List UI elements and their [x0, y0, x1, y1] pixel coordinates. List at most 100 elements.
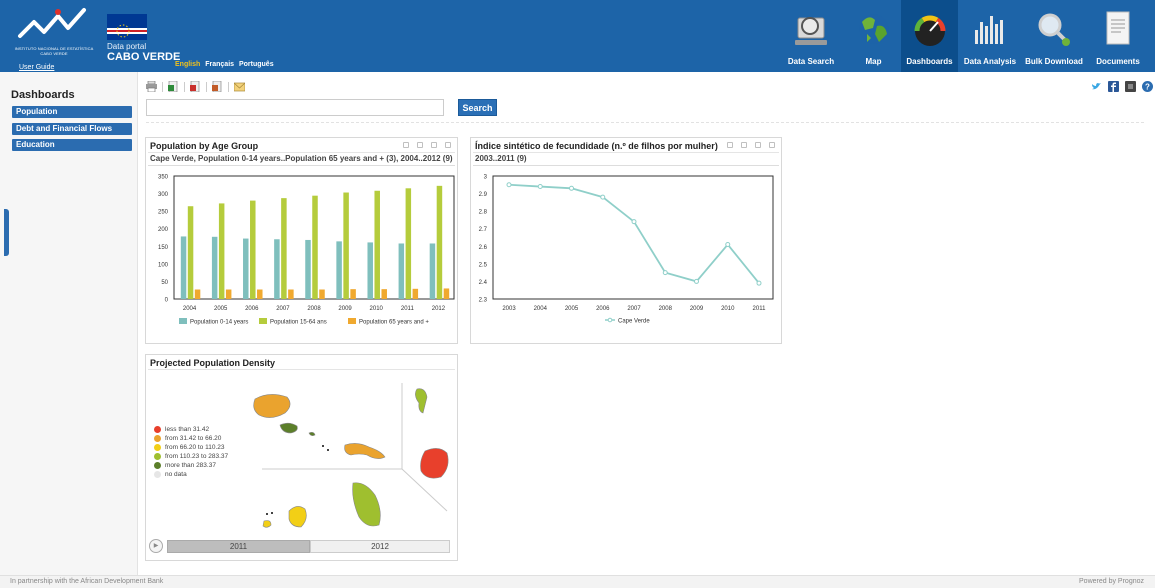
bar[interactable] [243, 238, 249, 299]
export-csv-icon[interactable] [212, 81, 223, 92]
help-icon[interactable]: ? [1142, 81, 1153, 92]
nav-dashboards[interactable]: Dashboards [901, 0, 958, 72]
sidebar-collapse-handle[interactable] [4, 209, 9, 256]
data-point[interactable] [506, 182, 512, 188]
y-tick-label: 150 [158, 245, 169, 251]
bar[interactable] [429, 243, 436, 299]
bar[interactable] [288, 289, 294, 299]
bar[interactable] [405, 188, 412, 299]
y-tick-label: 2.5 [479, 262, 488, 268]
data-point[interactable] [694, 278, 699, 284]
legend-label: from 110.23 to 283.37 [165, 453, 229, 460]
panel-maximize-icon[interactable] [445, 142, 451, 148]
bar[interactable] [336, 241, 342, 299]
panel-refresh-icon[interactable] [741, 142, 747, 148]
x-tick-label: 2010 [370, 306, 384, 312]
bar[interactable] [180, 236, 187, 299]
x-tick-label: 2009 [690, 306, 704, 312]
legend-label: no data [165, 471, 187, 478]
island-brava [262, 520, 272, 528]
plot-area [492, 175, 774, 300]
y-tick-label: 0 [165, 298, 169, 304]
bar[interactable] [343, 192, 349, 299]
share-icon[interactable] [1125, 81, 1136, 92]
legend-swatch [179, 318, 187, 324]
bar[interactable] [319, 289, 325, 299]
top-navigation: Data Search Map Dashboards Data Analysis… [776, 0, 1150, 72]
island-fogo [288, 506, 307, 528]
export-toolbar [146, 81, 245, 92]
bar[interactable] [281, 198, 287, 299]
export-pdf-icon[interactable] [190, 81, 201, 92]
bar[interactable] [225, 289, 232, 299]
timeline-year-2012[interactable]: 2012 [310, 540, 450, 553]
bar[interactable] [398, 243, 405, 299]
sidebar-item-population[interactable]: Population [12, 106, 132, 118]
facebook-icon[interactable] [1108, 81, 1119, 92]
legend-label: more than 283.37 [165, 462, 216, 469]
bar[interactable] [350, 289, 356, 299]
bar[interactable] [367, 242, 373, 299]
lang-portugues[interactable]: Português [239, 61, 274, 68]
bar[interactable] [211, 236, 218, 299]
x-tick-label: 2008 [659, 306, 673, 312]
island-sal [415, 388, 428, 414]
legend-swatch [154, 471, 161, 478]
bar[interactable] [274, 239, 280, 299]
nav-bulk-download[interactable]: Bulk Download [1022, 0, 1086, 72]
toolbar-divider [162, 81, 163, 92]
timeline-year-2011[interactable]: 2011 [167, 540, 310, 553]
bar[interactable] [436, 185, 443, 299]
user-guide-link[interactable]: User Guide [19, 64, 54, 71]
data-point[interactable] [569, 185, 574, 191]
panel-refresh-icon[interactable] [417, 142, 423, 148]
island-maio [352, 482, 381, 527]
data-point[interactable] [537, 184, 543, 190]
email-icon[interactable] [234, 81, 245, 92]
bar[interactable] [412, 288, 419, 299]
bar[interactable] [250, 200, 256, 299]
bar[interactable] [443, 288, 450, 299]
data-point[interactable] [600, 194, 606, 200]
footer: In partnership with the African Developm… [0, 575, 1155, 588]
nav-data-analysis[interactable]: Data Analysis [958, 0, 1022, 72]
sidebar-item-education[interactable]: Education [12, 139, 132, 151]
panel-export-icon[interactable] [755, 142, 761, 148]
bar[interactable] [305, 239, 311, 299]
bar[interactable] [194, 289, 201, 299]
export-excel-icon[interactable] [168, 81, 179, 92]
print-icon[interactable] [146, 81, 157, 92]
panel-settings-icon[interactable] [727, 142, 733, 148]
lang-english[interactable]: English [175, 61, 200, 68]
panel-export-icon[interactable] [431, 142, 437, 148]
twitter-icon[interactable] [1091, 81, 1102, 92]
x-tick-label: 2011 [401, 306, 415, 312]
bar[interactable] [257, 289, 263, 299]
data-point[interactable] [756, 280, 762, 286]
panel-subtitle: Cape Verde, Population 0-14 years..Popul… [150, 154, 453, 163]
panel-population-density-map: Projected Population Density less than 3… [145, 354, 458, 561]
panel-settings-icon[interactable] [403, 142, 409, 148]
search-input[interactable] [146, 99, 444, 116]
nav-map[interactable]: Map [846, 0, 901, 72]
x-tick-label: 2005 [214, 306, 228, 312]
data-point[interactable] [631, 219, 637, 225]
data-point[interactable] [662, 270, 668, 276]
nav-documents[interactable]: Documents [1086, 0, 1150, 72]
islet [327, 449, 329, 451]
data-point[interactable] [725, 242, 731, 248]
nav-data-search[interactable]: Data Search [776, 0, 846, 72]
panel-maximize-icon[interactable] [769, 142, 775, 148]
legend-label: less than 31.42 [165, 426, 210, 433]
lang-francais[interactable]: Français [205, 61, 234, 68]
y-tick-label: 2.4 [479, 280, 488, 286]
bar[interactable] [381, 289, 387, 299]
bar[interactable] [374, 190, 380, 299]
portal-label: Data portal [107, 42, 147, 51]
play-icon[interactable]: ▶ [149, 539, 163, 553]
sidebar-item-debt[interactable]: Debt and Financial Flows [12, 123, 132, 135]
bar[interactable] [187, 206, 194, 299]
bar[interactable] [312, 195, 318, 299]
bar[interactable] [218, 203, 225, 299]
search-button[interactable]: Search [458, 99, 497, 116]
